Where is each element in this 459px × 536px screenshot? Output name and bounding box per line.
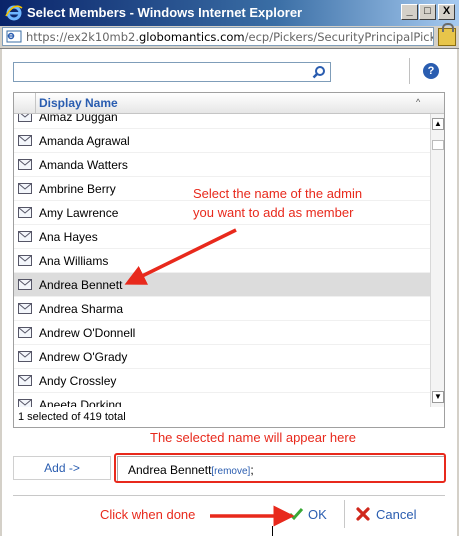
url-field[interactable]: https://ex2k10mb2.globomantics.com/ecp/P… <box>2 27 434 46</box>
remove-link[interactable]: [remove] <box>211 466 250 477</box>
mail-user-icon <box>18 207 32 218</box>
mail-user-icon <box>18 231 32 242</box>
list-scrollbar[interactable]: ▲ ▼ <box>430 114 444 407</box>
list-item[interactable]: Andy Crossley <box>14 369 430 393</box>
cancel-x-icon <box>356 507 370 521</box>
cancel-button[interactable]: Cancel <box>353 503 433 527</box>
mail-user-icon <box>18 399 32 407</box>
selection-status: 1 selected of 419 total <box>18 411 126 423</box>
icon-column-header <box>14 93 36 113</box>
mail-user-icon <box>18 351 32 362</box>
member-name: Ana Hayes <box>39 230 98 244</box>
list-item[interactable]: Andrew O'Donnell <box>14 321 430 345</box>
cancel-label: Cancel <box>376 507 417 522</box>
member-name: Andrew O'Grady <box>39 350 128 364</box>
search-icon[interactable] <box>312 65 326 79</box>
close-button[interactable]: X <box>438 4 455 20</box>
members-list: Display Name ^ Almaz Duggan Amanda Agrawa… <box>13 92 445 428</box>
mail-user-icon <box>18 255 32 266</box>
lock-icon[interactable] <box>438 23 456 46</box>
member-name: Aneeta Dorking <box>39 398 122 407</box>
list-item[interactable]: Andrew O'Grady <box>14 345 430 369</box>
selected-members-field[interactable]: Andrea Bennett[remove]; <box>117 456 445 482</box>
mail-user-icon <box>18 375 32 386</box>
member-name: Andrea Sharma <box>39 302 124 316</box>
annotation-click-done: Click when done <box>100 507 196 522</box>
member-name: Ambrine Berry <box>39 182 116 196</box>
maximize-button[interactable]: □ <box>419 4 436 20</box>
search-input[interactable] <box>16 64 306 80</box>
url-text: https://ex2k10mb2.globomantics.com/ecp/P… <box>26 30 433 44</box>
text-cursor <box>272 526 273 536</box>
member-name: Andrew O'Donnell <box>39 326 136 340</box>
search-box <box>13 62 331 82</box>
ok-button[interactable]: OK <box>285 503 335 527</box>
list-item[interactable]: Almaz Duggan <box>14 114 430 129</box>
annotation-select-line1: Select the name of the admin <box>193 186 363 201</box>
toolbar-separator <box>409 58 410 84</box>
footer-separator <box>344 500 345 528</box>
selected-member: Andrea Bennett[remove]; <box>128 463 254 477</box>
member-name: Amanda Watters <box>39 158 128 172</box>
column-header-display-name[interactable]: Display Name <box>39 96 118 110</box>
list-header: Display Name ^ <box>14 93 444 114</box>
window-title: Select Members - Windows Internet Explor… <box>27 5 303 20</box>
member-name: Amy Lawrence <box>39 206 119 220</box>
page-icon <box>6 30 22 43</box>
mail-user-icon <box>18 183 32 194</box>
internet-explorer-icon <box>5 5 23 21</box>
list-item[interactable]: Andrea Bennett <box>14 273 430 297</box>
scroll-down-icon[interactable]: ▼ <box>432 391 444 403</box>
mail-user-icon <box>18 159 32 170</box>
list-rows: Almaz Duggan Amanda Agrawal Amanda Watters… <box>14 114 430 407</box>
member-name: Andrea Bennett <box>39 278 123 292</box>
member-name: Ana Williams <box>39 254 109 268</box>
list-item[interactable]: Ana Williams <box>14 249 430 273</box>
check-icon <box>288 508 304 521</box>
list-item[interactable]: Ana Hayes <box>14 225 430 249</box>
scroll-thumb[interactable] <box>432 140 444 150</box>
help-icon[interactable]: ? <box>423 63 439 79</box>
mail-user-icon <box>18 114 32 122</box>
list-item[interactable]: Aneeta Dorking <box>14 393 430 407</box>
scroll-up-icon[interactable]: ▲ <box>432 118 444 130</box>
mail-user-icon <box>18 327 32 338</box>
sort-ascending-icon[interactable]: ^ <box>416 97 420 107</box>
member-name: Andy Crossley <box>39 374 117 388</box>
ok-label: OK <box>308 507 327 522</box>
member-name: Almaz Duggan <box>39 114 118 124</box>
footer-divider <box>13 495 445 496</box>
annotation-select-line2: you want to add as member <box>193 205 354 220</box>
mail-user-icon <box>18 135 32 146</box>
list-item[interactable]: Amanda Watters <box>14 153 430 177</box>
list-item[interactable]: Amanda Agrawal <box>14 129 430 153</box>
minimize-button[interactable]: _ <box>401 4 418 20</box>
mail-user-icon <box>18 279 32 290</box>
annotation-selected-appear: The selected name will appear here <box>150 430 356 445</box>
add-button[interactable]: Add -> <box>13 456 111 480</box>
member-name: Amanda Agrawal <box>39 134 130 148</box>
mail-user-icon <box>18 303 32 314</box>
address-bar: https://ex2k10mb2.globomantics.com/ecp/P… <box>0 23 459 49</box>
list-item[interactable]: Andrea Sharma <box>14 297 430 321</box>
title-bar: Select Members - Windows Internet Explor… <box>0 0 459 26</box>
